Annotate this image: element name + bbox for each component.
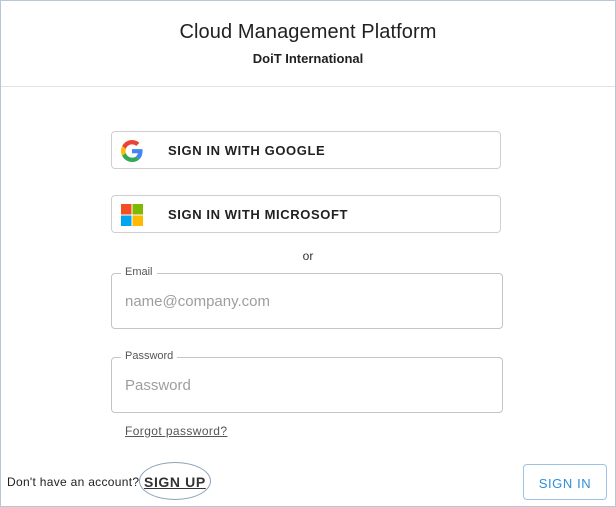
signin-button-label: SIGN IN <box>538 476 592 491</box>
password-field: Password <box>111 350 503 413</box>
page-title: Cloud Management Platform <box>179 21 437 43</box>
header: Cloud Management Platform DoiT Internati… <box>1 1 615 87</box>
page-subtitle: DoiT International <box>252 51 364 66</box>
signup-link[interactable]: SIGN UP <box>144 474 206 490</box>
email-field: Email <box>111 266 503 329</box>
google-signin-label: SIGN IN WITH GOOGLE <box>168 143 326 158</box>
signin-button[interactable]: SIGN IN <box>523 464 607 500</box>
or-divider: or <box>302 249 314 263</box>
microsoft-signin-label: SIGN IN WITH MICROSOFT <box>168 207 349 222</box>
email-input[interactable] <box>125 291 485 311</box>
forgot-password-link[interactable]: Forgot password? <box>125 424 227 438</box>
no-account-text: Don't have an account? <box>7 475 140 489</box>
password-label: Password <box>121 350 178 362</box>
login-dialog: Cloud Management Platform DoiT Internati… <box>0 0 616 507</box>
email-label: Email <box>121 266 157 278</box>
google-signin-button[interactable]: SIGN IN WITH GOOGLE <box>111 131 501 169</box>
password-input[interactable] <box>125 375 485 395</box>
microsoft-signin-button[interactable]: SIGN IN WITH MICROSOFT <box>111 195 501 233</box>
microsoft-icon <box>121 204 143 226</box>
google-icon <box>121 140 143 162</box>
